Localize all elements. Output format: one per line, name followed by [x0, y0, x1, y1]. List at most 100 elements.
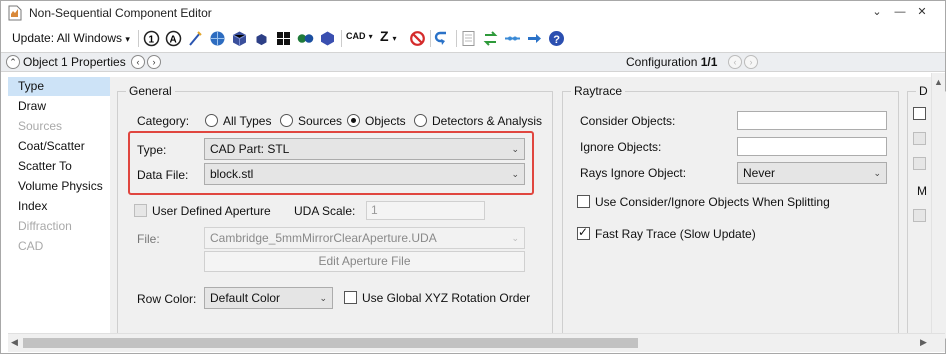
grid-icon[interactable] [275, 30, 292, 47]
chevron-down-icon: ⌄ [511, 233, 519, 243]
dots-icon[interactable] [504, 30, 521, 47]
next-object-button[interactable]: › [147, 55, 161, 69]
properties-bar: ⌃ Object 1 Properties ‹ › Configuration … [1, 52, 945, 72]
toolbar: Update: All Windows ▾ 1 A CAD ▾ Z ▾ ? [1, 27, 945, 51]
radio-objects-label: Objects [365, 114, 406, 128]
nav-item-index[interactable]: Index [8, 197, 110, 216]
chevron-down-icon[interactable]: ⌄ [869, 4, 885, 20]
previous-config-button[interactable]: ‹ [728, 55, 742, 69]
spheres-icon[interactable] [297, 30, 314, 47]
vertical-scrollbar[interactable] [931, 73, 945, 333]
nav-item-draw[interactable]: Draw [8, 97, 110, 116]
help-icon[interactable]: ? [548, 30, 565, 47]
globe-icon[interactable] [209, 30, 226, 47]
radio-objects[interactable] [347, 114, 360, 127]
row-color-value: Default Color [210, 291, 281, 305]
radio-detectors-analysis-label: Detectors & Analysis [432, 114, 543, 128]
detector-checkbox-3[interactable] [913, 157, 926, 170]
radio-sources-label: Sources [298, 114, 343, 128]
nav-item-cad[interactable]: CAD [8, 237, 110, 256]
fast-ray-trace-checkbox[interactable] [577, 225, 590, 240]
fast-ray-trace-label: Fast Ray Trace (Slow Update) [595, 227, 756, 241]
cube-icon[interactable] [231, 30, 248, 47]
radio-all-types-label: All Types [223, 114, 272, 128]
aperture-file-value: Cambridge_5mmMirrorClearAperture.UDA [210, 231, 437, 245]
nav-item-sources[interactable]: Sources [8, 117, 110, 136]
hexagon-icon[interactable] [319, 30, 336, 47]
nav-item-label: Coat/Scatter [18, 139, 85, 153]
next-config-button[interactable]: › [744, 55, 758, 69]
edit-aperture-file-label: Edit Aperture File [318, 254, 411, 268]
app-document-icon [8, 5, 22, 21]
rays-ignore-object-label: Rays Ignore Object: [580, 166, 687, 180]
arrow-right-icon[interactable] [526, 30, 543, 47]
rays-ignore-object-dropdown[interactable]: Never ⌄ [737, 162, 887, 184]
use-consider-ignore-splitting-label: Use Consider/Ignore Objects When Splitti… [595, 195, 830, 209]
global-xyz-checkbox[interactable] [344, 291, 357, 304]
radio-all-types[interactable] [205, 114, 218, 127]
rays-ignore-object-value: Never [743, 166, 776, 180]
nav-item-label: Index [18, 199, 48, 213]
update-label: Update: All Windows [12, 31, 123, 45]
nav-item-label: Scatter To [18, 159, 72, 173]
detector-group-title: D [916, 84, 931, 98]
global-xyz-label: Use Global XYZ Rotation Order [362, 291, 531, 305]
row-color-dropdown[interactable]: Default Color ⌄ [204, 287, 333, 309]
consider-objects-input[interactable] [737, 111, 887, 130]
scroll-left-icon[interactable]: ◀ [11, 337, 18, 348]
previous-object-button[interactable]: ‹ [131, 55, 145, 69]
one-icon[interactable]: 1 [143, 30, 160, 47]
highlight-annotation [128, 131, 534, 195]
undo-icon[interactable] [434, 30, 451, 47]
nav-item-label: Type [18, 79, 45, 93]
update-dropdown[interactable]: Update: All Windows ▾ [12, 31, 130, 45]
nav-item-diffraction[interactable]: Diffraction [8, 217, 110, 236]
scroll-right-icon[interactable]: ▶ [920, 337, 927, 348]
row-color-label: Row Color: [137, 292, 197, 306]
no-icon[interactable] [409, 30, 426, 47]
scrollbar-thumb[interactable] [23, 338, 638, 348]
close-button[interactable]: ✕ [914, 4, 930, 20]
nav-item-label: Sources [18, 119, 63, 133]
scroll-up-icon[interactable]: ▲ [934, 77, 943, 87]
cube-small-icon[interactable] [253, 30, 270, 47]
collapse-icon[interactable]: ⌃ [6, 55, 20, 69]
nav-item-scatter-to[interactable]: Scatter To [8, 157, 110, 176]
radio-detectors-analysis[interactable] [414, 114, 427, 127]
a-icon[interactable]: A [165, 30, 182, 47]
radio-sources[interactable] [280, 114, 293, 127]
minimize-button[interactable]: — [892, 4, 908, 20]
configuration-label: Configuration 1/1 [626, 55, 717, 69]
user-defined-aperture-checkbox[interactable] [134, 204, 147, 217]
use-consider-ignore-splitting-checkbox[interactable] [577, 195, 590, 208]
uda-scale-input[interactable]: 1 [366, 201, 485, 220]
wand-icon[interactable] [187, 30, 204, 47]
raytrace-group-title: Raytrace [571, 84, 626, 98]
toolbar-separator [341, 30, 342, 47]
nav-item-volume-physics[interactable]: Volume Physics [8, 177, 110, 196]
page-icon[interactable] [460, 30, 477, 47]
arrows-icon[interactable] [482, 30, 499, 47]
toolbar-separator [456, 30, 457, 47]
ignore-objects-label: Ignore Objects: [580, 140, 662, 154]
detector-checkbox-4[interactable] [913, 209, 926, 222]
general-group-title: General [126, 84, 175, 98]
nav-item-coat-scatter[interactable]: Coat/Scatter [8, 137, 110, 156]
cad-label: CAD [346, 31, 366, 41]
detector-checkbox-1[interactable] [913, 107, 926, 120]
file-label: File: [137, 232, 160, 246]
cad-dropdown[interactable]: CAD ▾ [346, 30, 373, 42]
uda-scale-label: UDA Scale: [294, 204, 356, 218]
svg-text:A: A [170, 35, 177, 46]
nav-item-type[interactable]: Type [8, 77, 110, 96]
configuration-prefix: Configuration [626, 55, 701, 69]
z-dropdown[interactable]: Z ▾ [380, 28, 396, 44]
ignore-objects-input[interactable] [737, 137, 887, 156]
component-editor-window: Non-Sequential Component Editor ⌄ — ✕ Up… [0, 0, 946, 354]
aperture-file-dropdown[interactable]: Cambridge_5mmMirrorClearAperture.UDA ⌄ [204, 227, 525, 249]
horizontal-scrollbar[interactable]: ◀ ▶ [8, 333, 945, 352]
chevron-down-icon: ⌄ [319, 293, 327, 303]
detector-checkbox-2[interactable] [913, 132, 926, 145]
edit-aperture-file-button[interactable]: Edit Aperture File [204, 251, 525, 272]
nav-item-label: Volume Physics [18, 179, 103, 193]
